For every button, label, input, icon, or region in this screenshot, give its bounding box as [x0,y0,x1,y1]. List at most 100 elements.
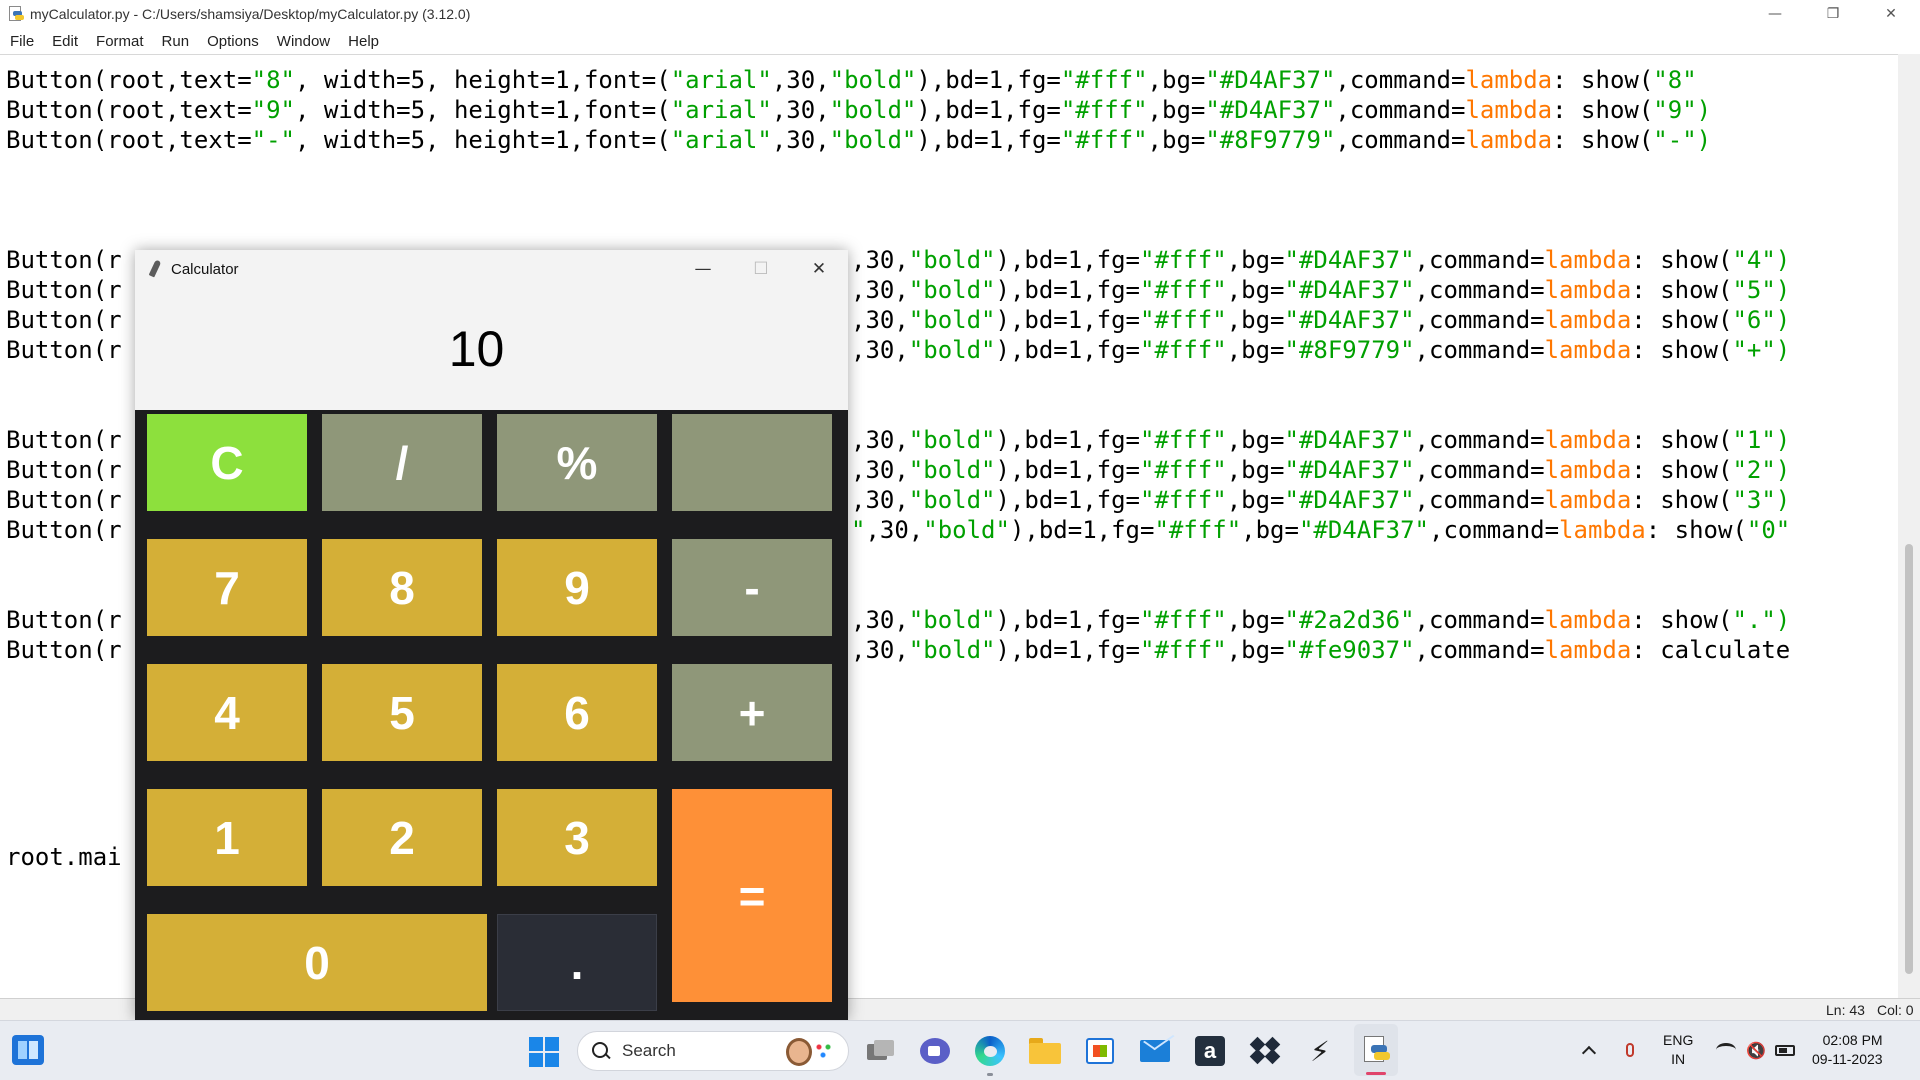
code-text: ),bd=1,fg= [916,126,1061,154]
code-text: ,30, [851,486,909,514]
language-indicator[interactable]: ENG IN [1663,1020,1693,1080]
code-text: : show( [1631,606,1733,634]
code-string: "#D4AF37" [1284,456,1415,484]
search-box[interactable]: Search [577,1031,849,1071]
four-button[interactable]: 4 [147,664,307,761]
calc-close-button[interactable]: ✕ [790,250,848,288]
python-idle-icon[interactable] [1358,1032,1394,1068]
code-text: ),bd=1,fg= [995,306,1141,334]
idle-titlebar: myCalculator.py - C:/Users/shamsiya/Desk… [0,0,1920,28]
code-text: : show( [1631,276,1733,304]
clock-time: 02:08 PM [1822,1032,1883,1048]
tray-overflow-chevron[interactable] [1581,1020,1597,1080]
code-string: "arial" [670,96,772,124]
code-line-tail: ,30,"bold"),bd=1,fg="#fff",bg="#D4AF37",… [851,275,1790,305]
windows-start-icon[interactable] [529,1037,559,1067]
microsoft-store-icon[interactable] [1082,1033,1118,1069]
calc-maximize-button[interactable]: ☐ [732,250,790,288]
menu-window[interactable]: Window [271,33,336,50]
search-icon [592,1042,610,1060]
seven-button[interactable]: 7 [147,539,307,636]
code-line: Button(r [6,425,122,455]
code-text: ,command= [1414,306,1545,334]
microphone-icon[interactable] [1626,1020,1634,1080]
calc-minimize-button[interactable]: — [674,250,732,288]
vertical-scrollbar[interactable] [1898,54,1920,998]
calculator-display: 10 [135,288,848,410]
window-controls: — ❐ ✕ [1746,0,1920,28]
clear-button[interactable]: C [147,414,307,511]
close-button[interactable]: ✕ [1862,0,1920,28]
battery-icon[interactable] [1775,1020,1795,1080]
code-line-tail: ,30,"bold"),bd=1,fg="#fff",bg="#D4AF37",… [851,425,1790,455]
menu-edit[interactable]: Edit [46,33,84,50]
plus-button[interactable]: + [672,664,832,761]
edge-icon[interactable] [972,1033,1008,1069]
divide-button[interactable]: / [322,414,482,511]
code-string: "#D4AF37" [1205,96,1336,124]
code-keyword: lambda [1544,636,1632,664]
code-text: ,command= [1414,276,1545,304]
clock[interactable]: 02:08 PM 09-11-2023 [1812,1020,1883,1080]
two-button[interactable]: 2 [322,789,482,886]
code-text: : show( [1645,516,1747,544]
file-explorer-icon[interactable] [1027,1033,1063,1069]
code-string: "#fff" [1140,606,1227,634]
code-string: "#D4AF37" [1205,66,1336,94]
speaker-muted-icon[interactable]: 🔇 [1746,1020,1766,1080]
minus-button[interactable]: - [672,539,832,636]
window-title: myCalculator.py - C:/Users/shamsiya/Desk… [30,6,471,22]
menu-format[interactable]: Format [90,33,150,50]
eight-button[interactable]: 8 [322,539,482,636]
code-text: Button(root,text= [6,66,252,94]
zero-button[interactable]: 0 [147,914,487,1011]
three-button[interactable]: 3 [497,789,657,886]
code-string: "#fff" [1060,96,1148,124]
code-line: Button(r [6,455,122,485]
one-button[interactable]: 1 [147,789,307,886]
scrollbar-thumb[interactable] [1905,544,1913,974]
five-button[interactable]: 5 [322,664,482,761]
code-text: ),bd=1,fg= [916,66,1061,94]
code-text: ,command= [1414,336,1545,364]
widgets-icon[interactable] [12,1035,44,1065]
code-string: "#8F9779" [1205,126,1336,154]
code-keyword: lambda [1465,126,1553,154]
percent-button[interactable]: % [497,414,657,511]
code-text: ,30, [771,96,830,124]
blank-button[interactable] [672,414,832,511]
restore-button[interactable]: ❐ [1804,0,1862,28]
code-line: root.mai [6,842,122,872]
menu-bar: File Edit Format Run Options Window Help [0,28,1920,54]
menu-run[interactable]: Run [156,33,196,50]
dropbox-icon[interactable] [1247,1033,1283,1069]
menu-options[interactable]: Options [201,33,265,50]
amazon-icon[interactable]: a [1192,1033,1228,1069]
decimal-button[interactable]: . [497,914,657,1011]
code-text: ,30, [865,516,924,544]
search-label: Search [622,1041,676,1060]
mail-icon[interactable] [1137,1033,1173,1069]
bolt-glyph: ⚡ [1310,1034,1330,1068]
speaker-glyph: 🔇 [1746,1040,1766,1060]
nine-button[interactable]: 9 [497,539,657,636]
six-button[interactable]: 6 [497,664,657,761]
code-text: ),bd=1,fg= [995,636,1141,664]
code-text: Button(r [6,456,122,484]
code-keyword: lambda [1544,246,1632,274]
edge-running-indicator [987,1073,993,1076]
code-text: ,command= [1414,486,1545,514]
menu-help[interactable]: Help [342,33,385,50]
menu-file[interactable]: File [4,33,40,50]
code-line: Button(r [6,635,122,665]
task-view-icon[interactable] [863,1033,899,1069]
code-keyword: lambda [1465,96,1553,124]
equals-button[interactable]: = [672,789,832,1002]
wifi-icon[interactable] [1716,1020,1736,1080]
code-text: ,bg= [1226,276,1285,304]
teams-meet-icon[interactable] [917,1033,953,1069]
bolt-app-icon[interactable]: ⚡ [1302,1033,1338,1069]
tk-feather-icon [147,259,162,278]
code-string: "bold" [908,246,996,274]
minimize-button[interactable]: — [1746,0,1804,28]
